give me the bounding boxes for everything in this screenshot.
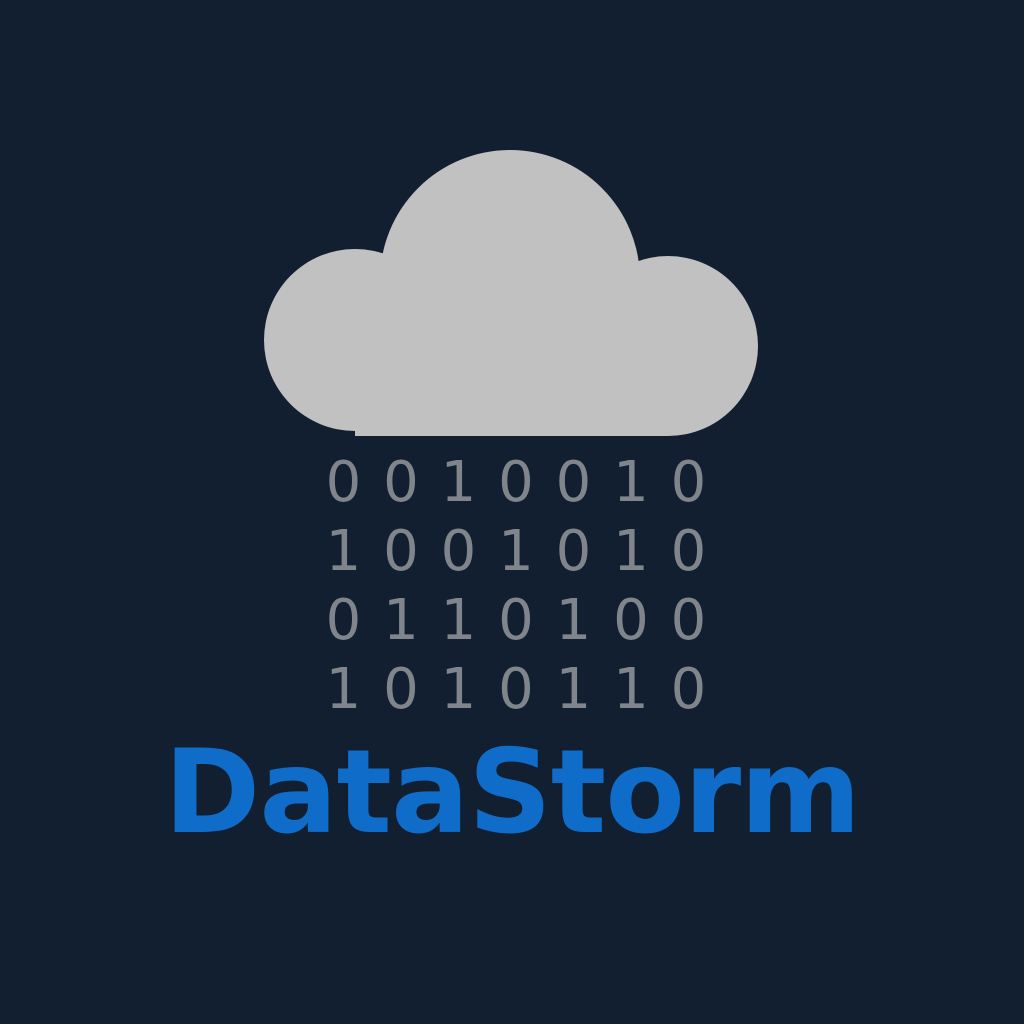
binary-digit: 1 — [613, 518, 649, 584]
binary-digit: 0 — [670, 587, 707, 653]
binary-digit: 1 — [555, 656, 592, 722]
brand-name: DataStorm — [163, 725, 861, 860]
binary-digit: 1 — [498, 518, 534, 584]
binary-digit: 0 — [670, 518, 707, 584]
binary-digit: 1 — [325, 518, 362, 584]
binary-digit: 0 — [498, 587, 534, 653]
binary-digit: 0 — [325, 587, 362, 653]
binary-rain: 0 0 1 0 0 1 0 1 0 0 1 0 1 0 0 1 1 0 1 0 … — [0, 448, 1024, 724]
binary-digit: 0 — [383, 518, 419, 584]
binary-digit: 0 — [440, 518, 477, 584]
binary-digit: 1 — [440, 449, 477, 515]
binary-digit: 0 — [383, 656, 419, 722]
binary-digit: 1 — [440, 587, 477, 653]
binary-digit: 0 — [555, 518, 592, 584]
cloud-icon — [262, 148, 760, 438]
binary-digit: 0 — [670, 449, 707, 515]
binary-row: 1 0 1 0 1 1 0 — [0, 655, 1024, 724]
binary-digit: 0 — [325, 449, 362, 515]
binary-digit: 1 — [325, 656, 362, 722]
binary-digit: 0 — [555, 449, 592, 515]
binary-row: 0 1 1 0 1 0 0 — [0, 586, 1024, 655]
binary-digit: 0 — [383, 449, 419, 515]
binary-digit: 1 — [440, 656, 477, 722]
binary-digit: 0 — [670, 656, 707, 722]
binary-digit: 1 — [555, 587, 592, 653]
binary-row: 0 0 1 0 0 1 0 — [0, 448, 1024, 517]
binary-digit: 0 — [498, 656, 534, 722]
binary-digit: 1 — [613, 656, 649, 722]
binary-digit: 1 — [383, 587, 419, 653]
cloud-shape — [264, 150, 758, 436]
binary-digit: 0 — [613, 587, 649, 653]
binary-row: 1 0 0 1 0 1 0 — [0, 517, 1024, 586]
binary-digit: 0 — [498, 449, 534, 515]
binary-digit: 1 — [613, 449, 649, 515]
